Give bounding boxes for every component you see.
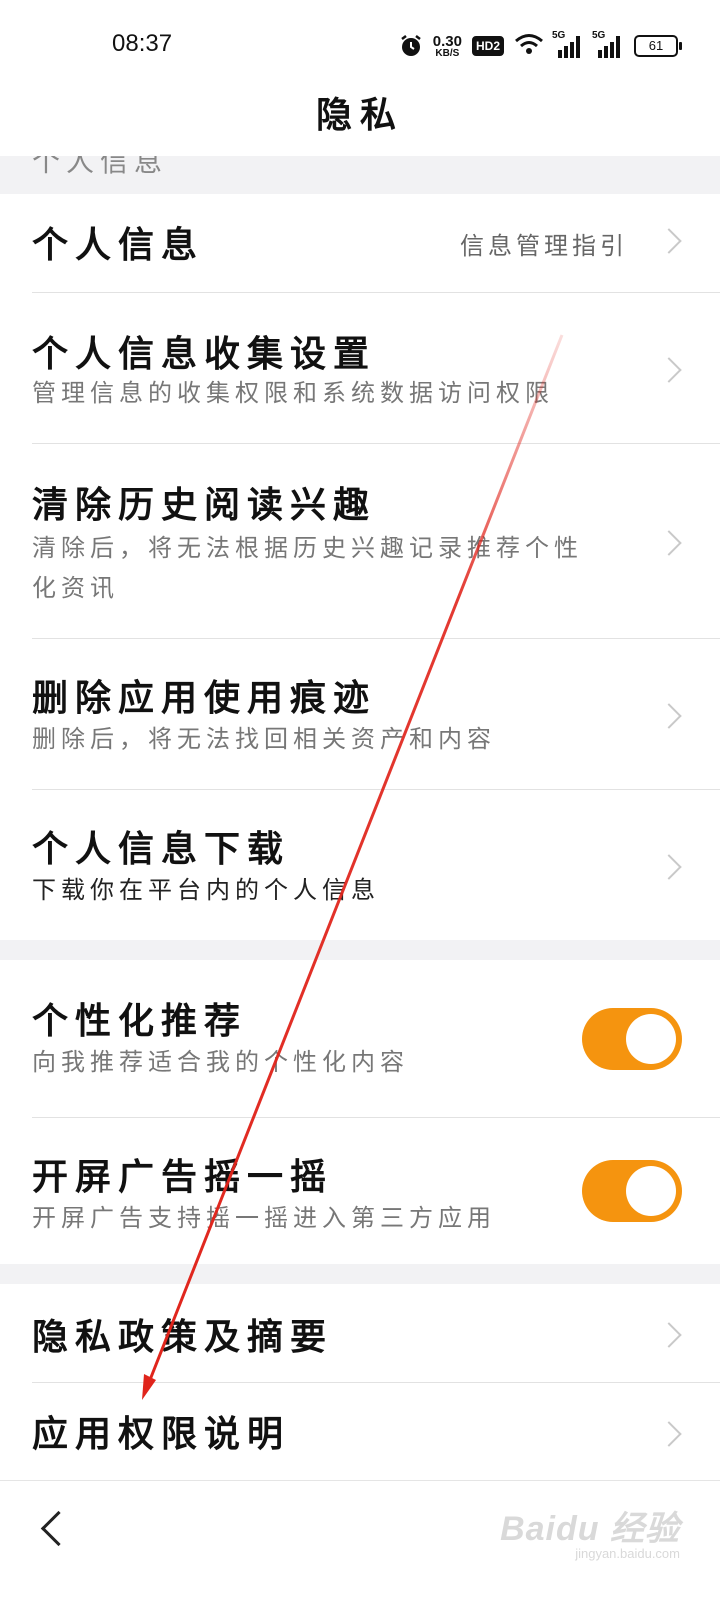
- page-title: 隐私: [315, 94, 404, 136]
- row-title: 个性化推荐: [32, 1000, 248, 1042]
- row-subtitle: 管理信息的收集权限和系统数据访问权限: [32, 379, 554, 407]
- back-button[interactable]: [34, 1507, 74, 1547]
- net-speed: 0.30 KB/S: [432, 32, 462, 59]
- row-title: 删除应用使用痕迹: [32, 677, 377, 719]
- row-personalized-recommendation: 个性化推荐 向我推荐适合我的个性化内容: [0, 960, 720, 1117]
- row-subtitle: 向我推荐适合我的个性化内容: [32, 1048, 409, 1076]
- row-delete-traces[interactable]: 删除应用使用痕迹 删除后，将无法找回相关资产和内容: [0, 639, 720, 789]
- title-bar: 隐私: [0, 90, 720, 156]
- row-title: 个人信息: [32, 224, 205, 266]
- section-header-area: 个人信息: [0, 156, 720, 194]
- status-time: 08:37: [112, 30, 173, 57]
- row-app-permissions[interactable]: 应用权限说明: [0, 1383, 720, 1479]
- row-subtitle: 清除后，将无法根据历史兴趣记录推荐个性化资讯: [32, 534, 583, 602]
- row-shake-ad: 开屏广告摇一摇 开屏广告支持摇一摇进入第三方应用: [0, 1118, 720, 1264]
- status-bar: 08:37 0.30 KB/S HD2 5G 5G 61: [0, 0, 720, 90]
- toggle-knob: [626, 1166, 676, 1216]
- row-collect-settings[interactable]: 个人信息收集设置 管理信息的收集权限和系统数据访问权限: [0, 293, 720, 443]
- row-title: 清除历史阅读兴趣: [32, 484, 377, 526]
- row-personal-info[interactable]: 个人信息 信息管理指引: [0, 194, 720, 292]
- section-gap: [0, 1264, 720, 1284]
- chevron-right-icon: [656, 228, 682, 254]
- row-title: 个人信息下载: [32, 828, 291, 870]
- chevron-right-icon: [656, 1421, 682, 1447]
- chevron-right-icon: [656, 854, 682, 880]
- signal-icon-1: 5G: [552, 30, 584, 58]
- alarm-icon: [399, 34, 423, 58]
- row-clear-interest[interactable]: 清除历史阅读兴趣 清除后，将无法根据历史兴趣记录推荐个性化资讯: [0, 444, 720, 638]
- battery-icon: 61: [634, 35, 682, 57]
- row-title: 隐私政策及摘要: [32, 1316, 334, 1358]
- section-header-personal-info: 个人信息: [32, 156, 169, 178]
- row-download-info[interactable]: 个人信息下载 下载你在平台内的个人信息: [0, 790, 720, 940]
- row-title: 个人信息收集设置: [32, 333, 377, 375]
- row-subtitle: 下载你在平台内的个人信息: [32, 876, 380, 904]
- section-gap: [0, 940, 720, 960]
- row-subtitle: 开屏广告支持摇一摇进入第三方应用: [32, 1204, 496, 1232]
- chevron-right-icon: [656, 357, 682, 383]
- watermark: Baidu 经验 jingyan.baidu.com: [500, 1510, 680, 1561]
- row-title: 开屏广告摇一摇: [32, 1156, 334, 1198]
- info-management-guide-link[interactable]: 信息管理指引: [460, 226, 628, 261]
- signal-icon-2: 5G: [592, 30, 624, 58]
- chevron-right-icon: [656, 703, 682, 729]
- row-title: 应用权限说明: [32, 1413, 291, 1455]
- personalized-recommendation-toggle[interactable]: [582, 1008, 682, 1070]
- row-subtitle: 删除后，将无法找回相关资产和内容: [32, 725, 496, 753]
- shake-ad-toggle[interactable]: [582, 1160, 682, 1222]
- wifi-icon: [514, 33, 544, 59]
- hd-icon: HD2: [471, 36, 504, 56]
- status-icons: 0.30 KB/S HD2 5G 5G 61: [399, 28, 682, 64]
- bottom-navigation: Baidu 经验 jingyan.baidu.com: [0, 1480, 720, 1601]
- toggle-knob: [626, 1014, 676, 1064]
- chevron-right-icon: [656, 530, 682, 556]
- row-privacy-policy[interactable]: 隐私政策及摘要: [0, 1284, 720, 1382]
- chevron-right-icon: [656, 1322, 682, 1348]
